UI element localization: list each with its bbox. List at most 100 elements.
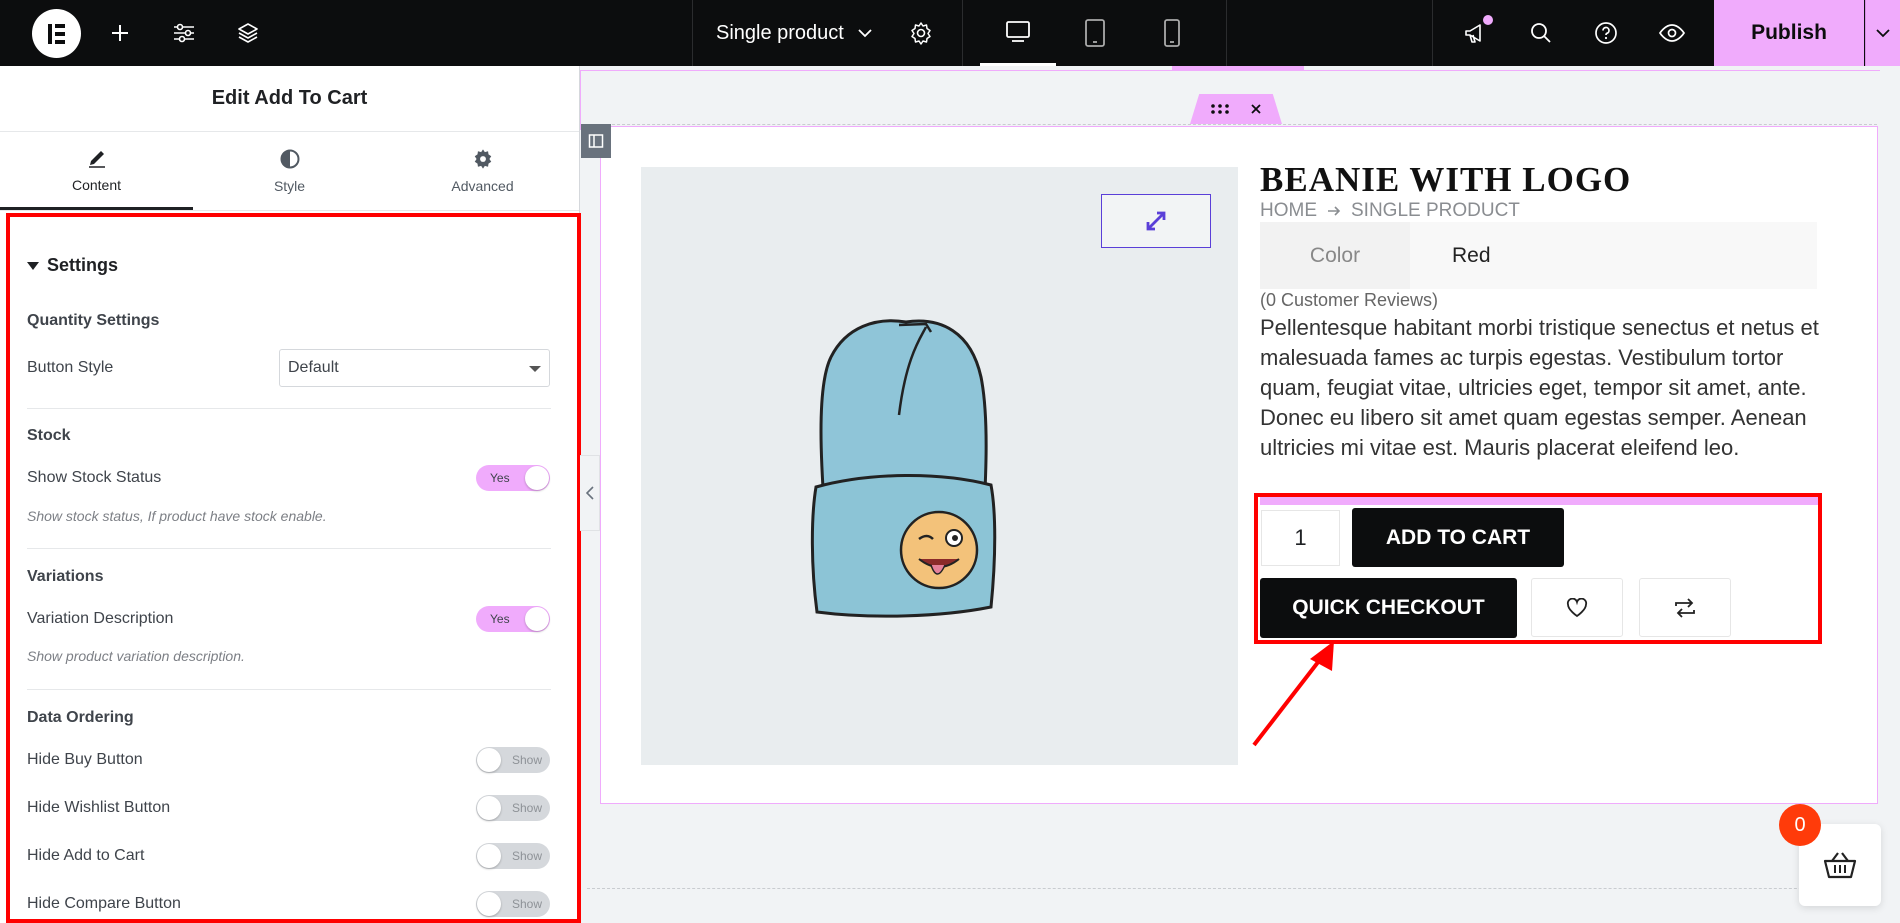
mobile-icon[interactable] (1134, 0, 1210, 66)
settings-section-toggle[interactable]: Settings (27, 255, 118, 276)
add-icon[interactable] (105, 18, 135, 48)
button-style-select[interactable]: Default (279, 349, 550, 387)
pencil-icon (88, 150, 105, 168)
close-icon[interactable] (1250, 103, 1262, 115)
publish-options-button[interactable] (1865, 0, 1900, 66)
toggle-knob (477, 796, 501, 820)
basket-icon (1823, 852, 1857, 879)
toggle-state: Show (511, 753, 542, 767)
section-indicator (1172, 66, 1304, 70)
product-title: BEANIE WITH LOGO (1260, 160, 1632, 199)
button-style-value: Default (288, 359, 339, 376)
toolbar-separator (962, 0, 963, 66)
document-title-dropdown[interactable]: Single product (716, 0, 872, 66)
desktop-icon[interactable] (980, 0, 1056, 66)
compare-button[interactable] (1639, 578, 1731, 637)
chevron-down-icon (1876, 29, 1890, 38)
section-boundary (587, 888, 1877, 889)
variation-description-toggle[interactable]: Yes (476, 606, 550, 632)
tab-advanced-label: Advanced (451, 178, 514, 194)
add-to-cart-button[interactable]: ADD TO CART (1352, 508, 1564, 567)
arrow-right-icon (1328, 206, 1341, 216)
chevron-left-icon (585, 486, 594, 500)
product-image[interactable] (641, 167, 1238, 765)
caret-down-icon (27, 261, 39, 270)
tablet-icon[interactable] (1057, 0, 1133, 66)
column-handle[interactable] (581, 124, 611, 158)
toggle-knob (477, 748, 501, 772)
variation-description-hint: Show product variation description. (27, 648, 245, 664)
breadcrumb-home[interactable]: HOME (1260, 200, 1317, 222)
gear-icon[interactable] (906, 18, 936, 48)
help-icon[interactable] (1591, 18, 1621, 48)
tab-style[interactable]: Style (193, 132, 386, 210)
reviews-count[interactable]: (0 Customer Reviews) (1260, 290, 1438, 311)
section-outline (580, 70, 1880, 71)
variations-heading: Variations (27, 568, 104, 585)
show-stock-status-toggle[interactable]: Yes (476, 465, 550, 491)
hide-buy-button-label: Hide Buy Button (27, 751, 143, 768)
caret-down-icon (529, 366, 541, 372)
hide-add-to-cart-label: Hide Add to Cart (27, 847, 145, 864)
settings-section-title: Settings (47, 255, 119, 275)
compare-icon (1675, 597, 1695, 618)
tab-content[interactable]: Content (0, 132, 193, 210)
publish-button[interactable]: Publish (1714, 0, 1864, 66)
divider (27, 408, 551, 409)
variation-description-label: Variation Description (27, 610, 174, 627)
hide-wishlist-button-toggle[interactable]: Show (476, 795, 550, 821)
hide-compare-button-toggle[interactable]: Show (476, 891, 550, 917)
elementor-logo-icon[interactable] (32, 9, 81, 58)
sliders-icon[interactable] (169, 18, 199, 48)
attribute-name: Color (1260, 222, 1410, 289)
widget-selected-bar (1260, 497, 1818, 505)
zoom-button[interactable] (1101, 194, 1211, 248)
section-handle[interactable] (1190, 94, 1282, 124)
panel-title: Edit Add To Cart (0, 66, 579, 132)
hide-compare-button-label: Hide Compare Button (27, 895, 181, 912)
attributes-table: Color Red (1260, 222, 1817, 289)
toggle-knob (477, 892, 501, 916)
document-title: Single product (716, 21, 844, 44)
hide-wishlist-button-label: Hide Wishlist Button (27, 799, 171, 816)
toggle-knob (477, 844, 501, 868)
expand-icon (1146, 211, 1166, 231)
toggle-state: Show (511, 849, 542, 863)
breadcrumb: HOME SINGLE PRODUCT (1260, 200, 1520, 222)
gear-icon (474, 149, 491, 169)
toggle-knob (525, 607, 549, 631)
product-description: Pellentesque habitant morbi tristique se… (1260, 315, 1819, 460)
wishlist-button[interactable] (1531, 578, 1623, 637)
stock-heading: Stock (27, 427, 71, 444)
quantity-settings-heading: Quantity Settings (27, 312, 160, 329)
chevron-down-icon (858, 29, 872, 38)
tab-style-label: Style (273, 178, 306, 194)
toolbar-separator (692, 0, 693, 66)
heart-icon (1566, 597, 1588, 617)
toggle-state: Yes (490, 471, 510, 485)
panel-tabs: Content Style Advanced (0, 132, 579, 211)
toggle-state: Yes (490, 612, 510, 626)
toggle-state: Show (511, 897, 542, 911)
hide-buy-button-toggle[interactable]: Show (476, 747, 550, 773)
divider (27, 689, 551, 690)
divider (27, 548, 551, 549)
hide-add-to-cart-toggle[interactable]: Show (476, 843, 550, 869)
toolbar-separator (1226, 0, 1227, 66)
quick-checkout-button[interactable]: QUICK CHECKOUT (1260, 578, 1517, 638)
breadcrumb-current: SINGLE PRODUCT (1351, 200, 1520, 221)
eye-icon[interactable] (1657, 18, 1687, 48)
quantity-input[interactable]: 1 (1261, 510, 1340, 566)
cart-count-badge: 0 (1779, 804, 1821, 846)
column-icon (588, 134, 604, 148)
drag-handle-icon[interactable] (1210, 104, 1230, 114)
layers-icon[interactable] (233, 18, 263, 48)
data-ordering-heading: Data Ordering (27, 709, 134, 726)
show-stock-status-hint: Show stock status, If product have stock… (27, 508, 327, 524)
annotation-arrow (1252, 641, 1334, 747)
panel-collapse-handle[interactable] (580, 455, 600, 531)
tab-advanced[interactable]: Advanced (386, 132, 579, 210)
top-bar: Single product Publish (0, 0, 1900, 66)
beanie-illustration (810, 319, 997, 618)
search-icon[interactable] (1526, 18, 1556, 48)
